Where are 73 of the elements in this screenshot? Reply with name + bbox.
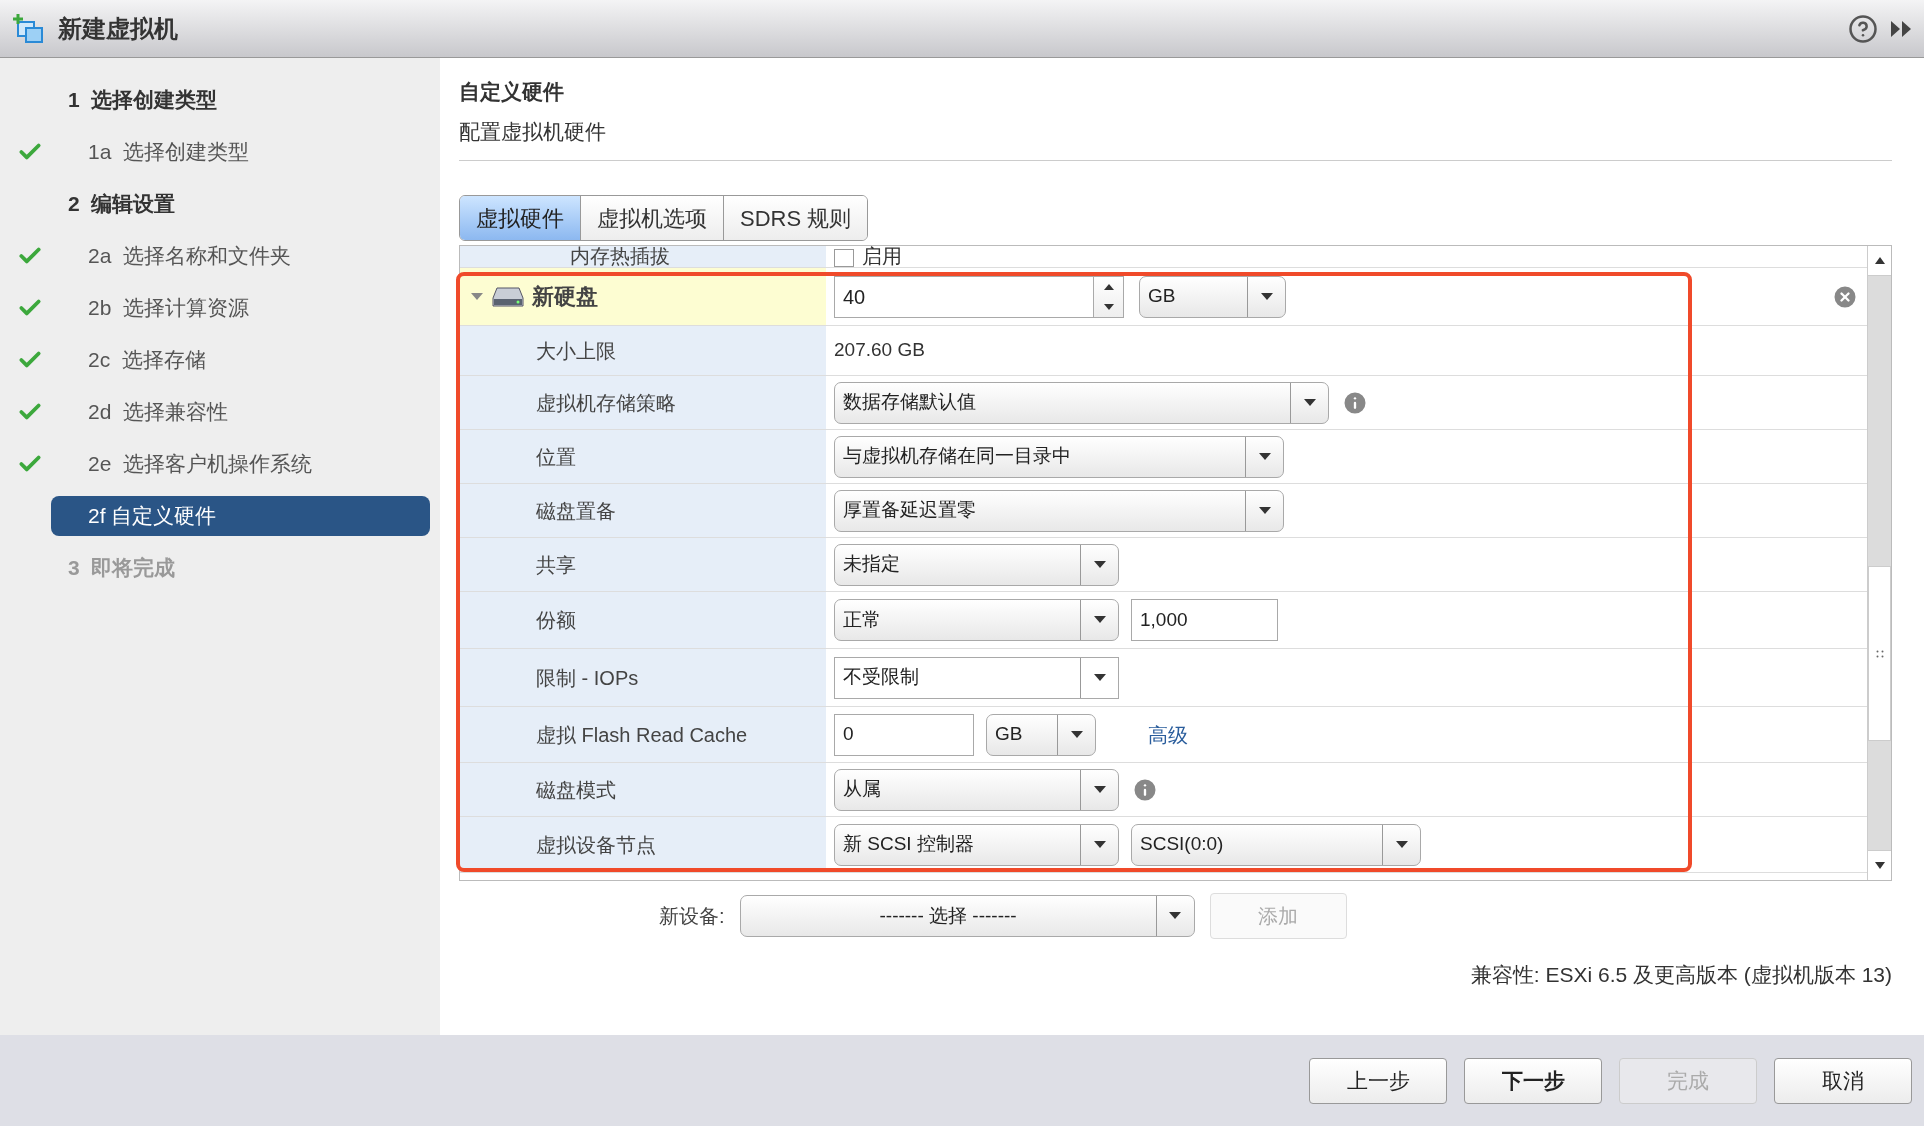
scroll-up-icon[interactable] [1874,257,1885,264]
expand-arrow-icon[interactable] [470,291,484,302]
dropdown[interactable]: 数据存储默认值 [834,381,1329,424]
caret-icon [1260,292,1273,301]
value-text: 207.60 GB [834,338,925,363]
new-device-label: 新设备: [659,904,725,929]
dropdown[interactable]: 新 SCSI 控制器 [834,823,1119,866]
caret-icon [1093,840,1106,849]
page-title: 自定义硬件 [459,79,565,105]
caret-icon [1093,785,1106,794]
scroll-down-icon[interactable] [1874,862,1885,869]
step-item[interactable]: 2e 选择客户机操作系统 [51,444,430,484]
size-spinner[interactable]: 40 [834,275,1124,318]
advanced-link[interactable]: 高级 [1148,719,1188,750]
caret-icon [1093,616,1106,624]
new-vm-icon [12,13,46,44]
step-item[interactable]: 2b 选择计算资源 [51,288,430,328]
tab[interactable]: 虚拟硬件 [460,196,580,240]
help-icon[interactable] [1848,13,1878,44]
caret-icon [1258,506,1271,515]
step-heading: 2 编辑设置 [68,191,176,218]
dropdown[interactable]: 从属 [834,768,1119,811]
dropdown[interactable]: SCSI(0:0) [1131,823,1421,866]
compatibility-text: 兼容性: ESXi 6.5 及更高版本 (虚拟机版本 13) [1470,962,1892,988]
dropdown[interactable]: GB [986,713,1096,756]
row-label: 共享 [536,552,576,578]
row-label: 虚拟 Flash Read Cache [536,722,748,748]
wizard-button[interactable]: 取消 [1774,1057,1912,1104]
caret-icon [1258,452,1271,461]
dropdown[interactable]: 正常 [834,599,1119,641]
scroll-thumb[interactable] [1868,566,1891,741]
input-field[interactable]: 0 [834,713,974,756]
step-item[interactable]: 1a 选择创建类型 [51,132,430,172]
step-item[interactable]: 2a 选择名称和文件夹 [51,236,430,276]
tab[interactable]: 虚拟机选项 [580,196,723,240]
row-label: 份额 [536,608,576,633]
row-label: 磁盘模式 [536,777,616,803]
step-item[interactable]: 2d 选择兼容性 [51,392,430,432]
row-label: 虚拟设备节点 [536,832,656,858]
row-label: 内存热插拔 [570,246,670,267]
row-label: 磁盘置备 [536,498,616,524]
grip-icon [1875,649,1884,658]
row-label: 位置 [536,444,576,470]
caret-icon [1169,912,1182,920]
caret-icon [1093,673,1106,682]
dropdown[interactable]: 与虚拟机存储在同一目录中 [834,435,1284,478]
dropdown[interactable]: 厚置备延迟置零 [834,489,1284,532]
step-item[interactable]: 2c 选择存储 [51,340,430,380]
scrollbar[interactable] [1867,246,1891,880]
caret-icon [1303,398,1316,407]
row-label: 虚拟机存储策略 [536,390,676,416]
caret-icon [1093,560,1106,569]
input-field[interactable]: 1,000 [1131,599,1278,641]
checkbox-label: 启用 [862,246,902,267]
window-title: 新建虚拟机 [58,13,178,44]
device-dropdown[interactable]: ------- 选择 ------- [739,895,1195,937]
dropdown[interactable]: 不受限制 [834,656,1119,699]
page-subtitle: 配置虚拟机硬件 [459,118,607,145]
disk-name: 新硬盘 [532,283,598,311]
wizard-button[interactable]: 上一步 [1309,1057,1447,1104]
step-heading: 3 即将完成 [68,555,176,582]
checkbox[interactable] [834,249,854,267]
collapse-icon[interactable] [1890,19,1912,38]
step-heading: 1 选择创建类型 [68,87,218,114]
row-label: 限制 - IOPs [536,665,639,691]
dropdown[interactable]: 未指定 [834,543,1119,586]
dropdown[interactable]: GB [1139,275,1286,318]
wizard-button[interactable]: 下一步 [1464,1057,1602,1104]
row-label: 大小上限 [536,338,616,364]
step-item[interactable]: 2f 自定义硬件 [51,496,430,536]
caret-icon [1070,730,1083,739]
caret-icon [1395,840,1408,849]
tab[interactable]: SDRS 规则 [723,196,868,240]
